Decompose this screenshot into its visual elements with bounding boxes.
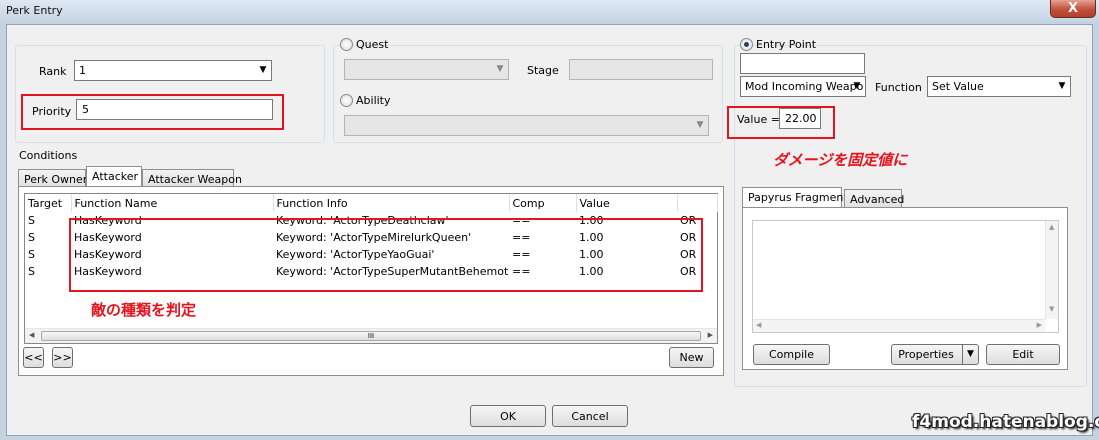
function-select[interactable]: Set Value ▼ [927, 76, 1071, 97]
watermark: f4mod.hatenablog.com [912, 412, 1099, 432]
dropdown-arrow-icon: ▼ [496, 64, 504, 74]
scroll-left-icon[interactable]: ◀ [756, 321, 761, 329]
column-header-function-name[interactable]: Function Name [71, 194, 274, 212]
scroll-thumb-grip: III [367, 332, 375, 340]
priority-value: 5 [82, 103, 89, 116]
close-button[interactable]: X [1050, 0, 1096, 18]
entry-point-select[interactable]: Mod Incoming Weapo ▼ [740, 76, 866, 97]
entry-point-radio[interactable] [740, 38, 753, 51]
cell-target: S [28, 265, 35, 278]
value-label: Value = [737, 113, 780, 126]
priority-field[interactable]: 5 [76, 99, 273, 120]
tab-attacker[interactable]: Attacker [86, 166, 142, 187]
properties-button[interactable]: Properties ▼ [891, 344, 979, 365]
rank-value: 1 [79, 64, 86, 77]
quest-radio[interactable] [340, 38, 353, 51]
properties-button-label: Properties [898, 348, 954, 361]
entry-point-label: Entry Point [756, 38, 817, 51]
enemy-annotation: 敵の種類を判定 [91, 301, 197, 319]
column-header-comp[interactable]: Comp [509, 194, 577, 212]
value-field[interactable]: 22.00 [779, 108, 821, 129]
previous-button-label: << [24, 351, 43, 364]
title-bar: Perk Entry [0, 0, 1099, 22]
dropdown-arrow-icon: ▼ [1058, 81, 1066, 91]
entry-point-name-field[interactable] [740, 53, 865, 74]
tab-attacker-weapon-label: Attacker Weapon [148, 173, 242, 186]
ok-button-label: OK [500, 410, 516, 423]
column-header-extra[interactable] [677, 194, 718, 212]
previous-button[interactable]: << [23, 347, 44, 368]
scroll-down-icon[interactable]: ▼ [1049, 305, 1054, 313]
dropdown-arrow-icon: ▼ [853, 81, 861, 91]
new-condition-button[interactable]: New [669, 347, 714, 368]
column-header-value[interactable]: Value [576, 194, 678, 212]
dropdown-arrow-icon: ▼ [259, 65, 267, 75]
vertical-scrollbar[interactable]: ▲ ▼ [1045, 221, 1058, 319]
ok-button[interactable]: OK [470, 405, 546, 427]
function-value: Set Value [932, 80, 984, 93]
tab-advanced[interactable]: Advanced [844, 189, 905, 207]
cell-target: S [28, 231, 35, 244]
entry-point-value: Mod Incoming Weapo [745, 80, 864, 93]
table-header: Target Function Name Function Info Comp … [25, 194, 718, 212]
ability-radio[interactable] [340, 94, 353, 107]
window-title: Perk Entry [6, 4, 63, 17]
radio-selected-dot [744, 42, 749, 47]
tab-attacker-label: Attacker [92, 170, 139, 183]
compile-button-label: Compile [769, 348, 814, 361]
scroll-right-icon[interactable]: ▶ [1037, 321, 1042, 329]
stage-label: Stage [527, 64, 559, 77]
close-icon: X [1067, 1, 1079, 16]
tab-papyrus-fragment-label: Papyrus Fragment [748, 191, 848, 204]
conditions-highlight [69, 218, 703, 292]
value-value: 22.00 [785, 112, 817, 125]
papyrus-fragment-text[interactable]: ▲ ▼ ◀ ▶ [752, 220, 1059, 333]
tab-attacker-weapon[interactable]: Attacker Weapon [142, 169, 242, 187]
column-header-target[interactable]: Target [25, 194, 72, 212]
tab-perk-owner-label: Perk Owner [24, 173, 88, 186]
function-label: Function [875, 81, 922, 94]
tab-papyrus-fragment[interactable]: Papyrus Fragment [742, 187, 848, 207]
scroll-up-icon[interactable]: ▲ [1049, 223, 1054, 231]
rank-label: Rank [39, 65, 67, 78]
next-button-label: >> [53, 351, 72, 364]
cell-target: S [28, 214, 35, 227]
cancel-button[interactable]: Cancel [552, 405, 628, 427]
scroll-right-icon[interactable]: ▶ [708, 331, 713, 339]
scroll-thumb[interactable]: III [41, 331, 701, 341]
ability-label: Ability [356, 94, 391, 107]
priority-label: Priority [32, 105, 72, 118]
scroll-left-icon[interactable]: ◀ [29, 331, 34, 339]
stage-field[interactable] [569, 59, 713, 80]
cell-target: S [28, 248, 35, 261]
dropdown-arrow-icon[interactable]: ▼ [962, 345, 978, 364]
compile-button[interactable]: Compile [753, 344, 830, 365]
new-condition-button-label: New [679, 351, 704, 364]
next-button[interactable]: >> [52, 347, 73, 368]
edit-button-label: Edit [1012, 348, 1034, 361]
tab-advanced-label: Advanced [850, 193, 905, 206]
edit-button[interactable]: Edit [986, 344, 1060, 365]
dropdown-arrow-icon: ▼ [696, 120, 704, 130]
damage-annotation: ダメージを固定値に [773, 151, 908, 169]
ability-select[interactable]: ▼ [344, 115, 709, 136]
cancel-button-label: Cancel [571, 410, 609, 423]
rank-select[interactable]: 1 ▼ [74, 60, 272, 81]
quest-label: Quest [356, 38, 389, 51]
tab-perk-owner[interactable]: Perk Owner [18, 169, 88, 187]
table-horizontal-scrollbar[interactable]: ◀ III ▶ [25, 328, 717, 343]
conditions-label: Conditions [19, 149, 78, 162]
column-header-function-info[interactable]: Function Info [273, 194, 510, 212]
dialog-client: Rank 1 ▼ Priority 5 Quest ▼ Stage Abilit… [6, 24, 1093, 436]
quest-select[interactable]: ▼ [344, 59, 509, 80]
horizontal-scrollbar[interactable]: ◀ ▶ [753, 319, 1045, 332]
